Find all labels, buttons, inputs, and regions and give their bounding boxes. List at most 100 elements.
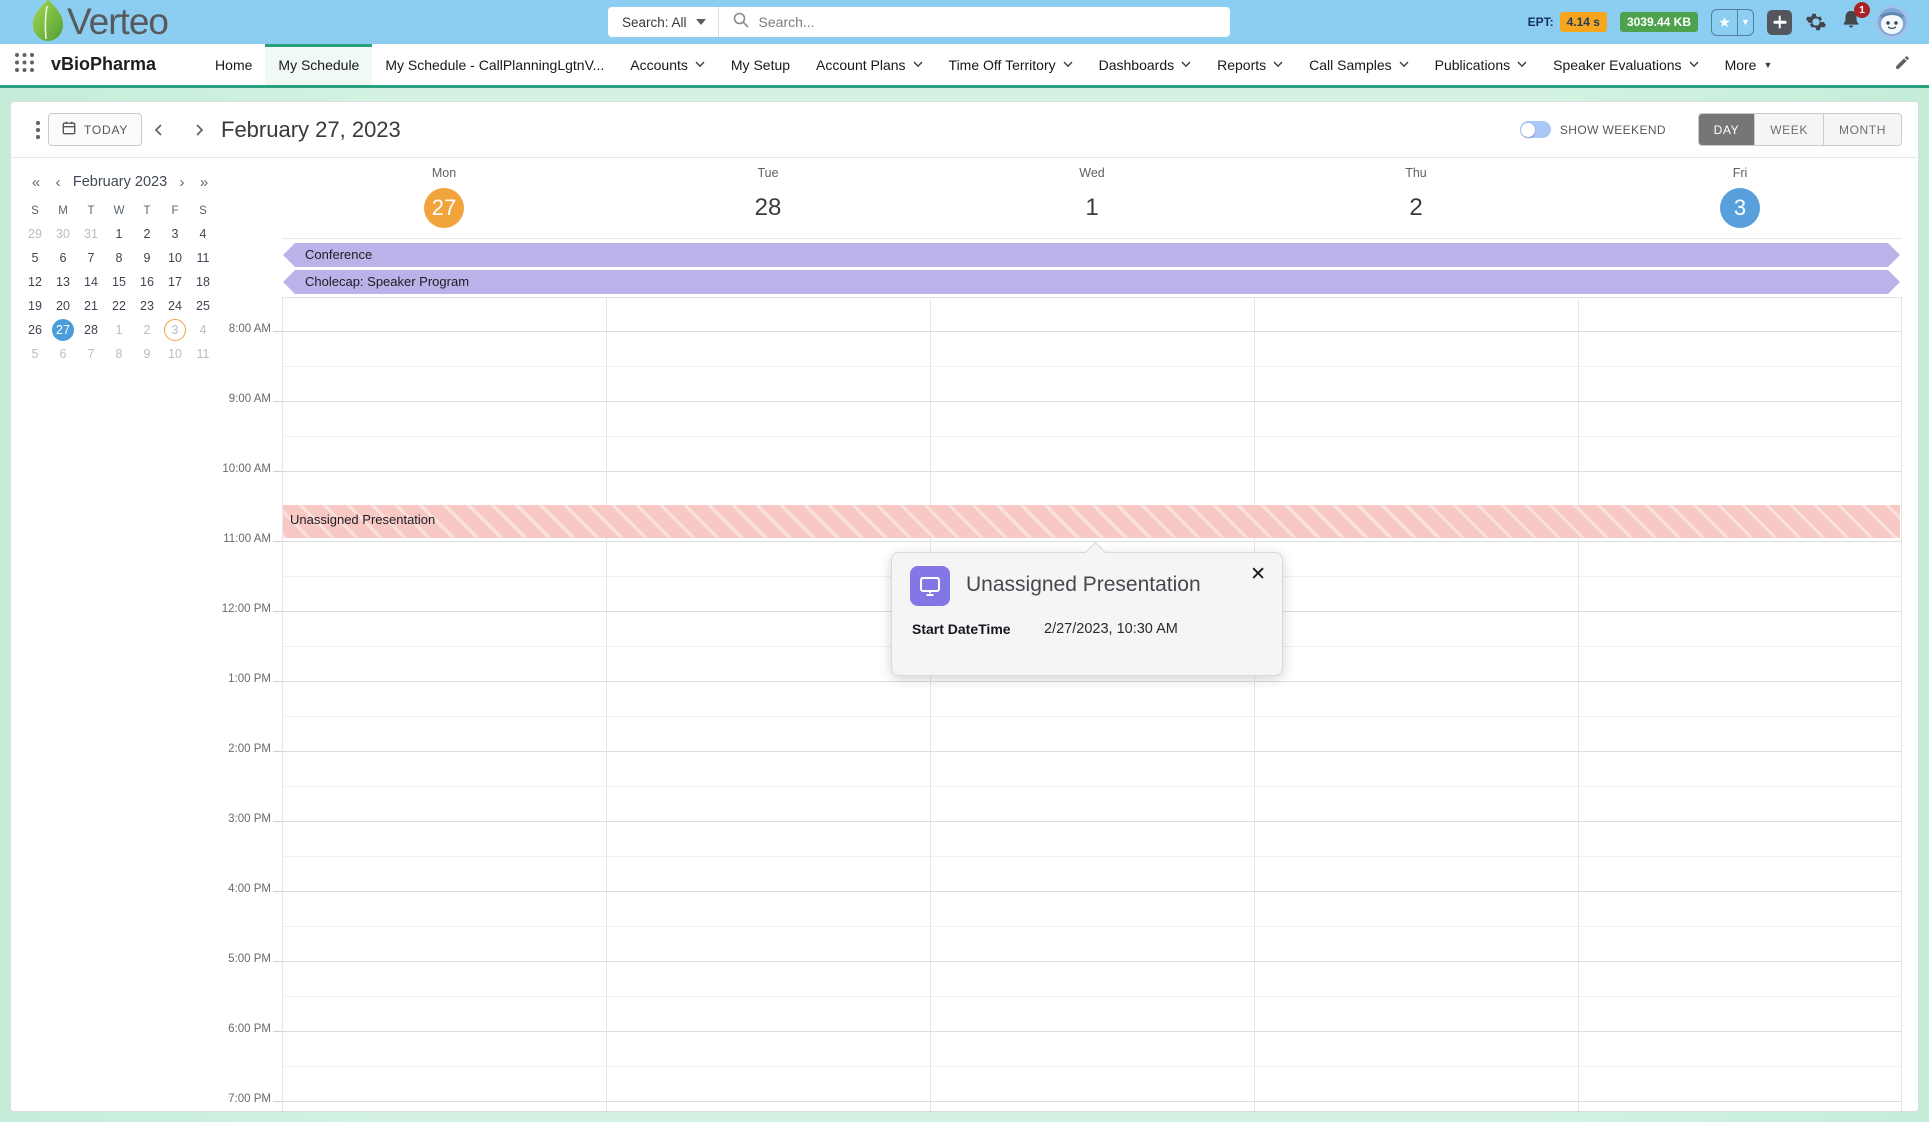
tab-accounts[interactable]: Accounts [617, 44, 718, 85]
day-name: Mon [282, 166, 606, 182]
minical-day[interactable]: 26 [21, 318, 49, 342]
search-scope-selector[interactable]: Search: All [608, 7, 719, 37]
minical-day[interactable]: 11 [189, 246, 217, 270]
favorites-caret-icon[interactable]: ▼ [1737, 10, 1753, 35]
minical-day[interactable]: 25 [189, 294, 217, 318]
hour-label: 1:00 PM [199, 673, 271, 685]
tab-time-off-territory[interactable]: Time Off Territory [936, 44, 1086, 85]
tab-my-schedule-callplanninglgtnv[interactable]: My Schedule - CallPlanningLgtnV... [372, 44, 617, 85]
minical-day[interactable]: 9 [133, 342, 161, 366]
day-number[interactable]: 28 [755, 194, 782, 222]
tab-reports[interactable]: Reports [1204, 44, 1296, 85]
popup-title: Unassigned Presentation [966, 573, 1201, 597]
allday-event-conference[interactable]: Conference [283, 243, 1900, 267]
minical-day[interactable]: 10 [161, 246, 189, 270]
minical-day[interactable]: 19 [21, 294, 49, 318]
minical-day[interactable]: 8 [105, 246, 133, 270]
day-number[interactable]: 2 [1409, 194, 1422, 222]
time-grid[interactable] [282, 297, 1902, 1111]
tab-call-samples[interactable]: Call Samples [1296, 44, 1421, 85]
chevron-down-icon [1689, 61, 1699, 68]
minical-day[interactable]: 12 [21, 270, 49, 294]
minical-day[interactable]: 28 [77, 318, 105, 342]
minical-day[interactable]: 4 [189, 222, 217, 246]
minical-day[interactable]: 10 [161, 342, 189, 366]
view-button-day[interactable]: DAY [1699, 114, 1755, 145]
minical-day[interactable]: 2 [133, 222, 161, 246]
minical-day[interactable]: 7 [77, 246, 105, 270]
logo-text: Verteo [67, 0, 168, 44]
notification-count-badge: 1 [1854, 2, 1870, 18]
chevron-down-icon [695, 61, 705, 68]
tab-dashboards[interactable]: Dashboards [1086, 44, 1205, 85]
previous-year-icon[interactable]: « [25, 174, 47, 191]
calendar-toolbar: TODAY February 27, 2023 SHOW WEEKEND DAY… [11, 102, 1918, 158]
minical-day[interactable]: 16 [133, 270, 161, 294]
app-launcher-waffle-icon[interactable] [14, 52, 35, 78]
minical-day[interactable]: 8 [105, 342, 133, 366]
minical-day[interactable]: 2 [133, 318, 161, 342]
minical-day[interactable]: 7 [77, 342, 105, 366]
tab-publications[interactable]: Publications [1422, 44, 1541, 85]
minical-day[interactable]: 13 [49, 270, 77, 294]
minical-day[interactable]: 23 [133, 294, 161, 318]
next-year-icon[interactable]: » [193, 174, 215, 191]
minical-day[interactable]: 6 [49, 246, 77, 270]
minical-day[interactable]: 18 [189, 270, 217, 294]
calendar-menu-kebab-icon[interactable] [31, 119, 45, 141]
show-weekend-toggle[interactable] [1520, 121, 1551, 138]
day-number-wrap: 1 [930, 188, 1254, 228]
popup-close-icon[interactable]: ✕ [1250, 565, 1266, 584]
tab-more[interactable]: More▼ [1712, 44, 1786, 85]
favorites-star-icon[interactable]: ★ [1712, 10, 1737, 35]
minical-day[interactable]: 9 [133, 246, 161, 270]
timed-event-unassigned-presentation[interactable]: Unassigned Presentation [283, 505, 1900, 538]
tab-home[interactable]: Home [202, 44, 265, 85]
minical-day[interactable]: 20 [49, 294, 77, 318]
minical-day[interactable]: 15 [105, 270, 133, 294]
tab-my-schedule[interactable]: My Schedule [265, 44, 372, 85]
next-day-chevron-icon[interactable] [187, 118, 211, 142]
view-button-week[interactable]: WEEK [1754, 114, 1823, 145]
global-actions-plus-icon[interactable] [1767, 10, 1792, 35]
tab-account-plans[interactable]: Account Plans [803, 44, 936, 85]
minical-day[interactable]: 3 [161, 318, 189, 342]
minical-day[interactable]: 5 [21, 342, 49, 366]
minical-day[interactable]: 21 [77, 294, 105, 318]
mini-calendar: « ‹ February 2023 › » SMTWTFS29303112345… [21, 170, 219, 366]
minical-day[interactable]: 29 [21, 222, 49, 246]
tab-speaker-evaluations[interactable]: Speaker Evaluations [1540, 44, 1711, 85]
event-popup: Unassigned Presentation ✕ Start DateTime… [891, 552, 1283, 676]
minical-day[interactable]: 27 [49, 318, 77, 342]
day-number[interactable]: 1 [1085, 194, 1098, 222]
tab-my-setup[interactable]: My Setup [718, 44, 803, 85]
minical-day[interactable]: 31 [77, 222, 105, 246]
search-input[interactable] [759, 14, 1230, 30]
minical-day[interactable]: 30 [49, 222, 77, 246]
minical-day[interactable]: 11 [189, 342, 217, 366]
minical-day[interactable]: 1 [105, 318, 133, 342]
minical-day[interactable]: 3 [161, 222, 189, 246]
minical-day[interactable]: 22 [105, 294, 133, 318]
day-number-wrap: 27 [282, 188, 606, 228]
day-number[interactable]: 3 [1720, 188, 1760, 228]
minical-day[interactable]: 6 [49, 342, 77, 366]
previous-month-icon[interactable]: ‹ [47, 174, 69, 191]
notifications-bell-icon[interactable]: 1 [1840, 9, 1862, 36]
setup-gear-icon[interactable] [1805, 11, 1827, 33]
day-number[interactable]: 27 [424, 188, 464, 228]
minical-day[interactable]: 5 [21, 246, 49, 270]
view-button-month[interactable]: MONTH [1823, 114, 1901, 145]
allday-event-cholecap-speaker-program[interactable]: Cholecap: Speaker Program [283, 270, 1900, 294]
minical-day[interactable]: 17 [161, 270, 189, 294]
minical-day[interactable]: 14 [77, 270, 105, 294]
leaf-logo-icon [33, 0, 63, 46]
today-button[interactable]: TODAY [48, 113, 142, 146]
user-avatar[interactable] [1875, 5, 1909, 39]
next-month-icon[interactable]: › [171, 174, 193, 191]
minical-day[interactable]: 24 [161, 294, 189, 318]
chevron-down-icon [1517, 61, 1527, 68]
edit-nav-pencil-icon[interactable] [1894, 54, 1911, 76]
minical-day[interactable]: 1 [105, 222, 133, 246]
previous-day-chevron-icon[interactable] [147, 118, 171, 142]
